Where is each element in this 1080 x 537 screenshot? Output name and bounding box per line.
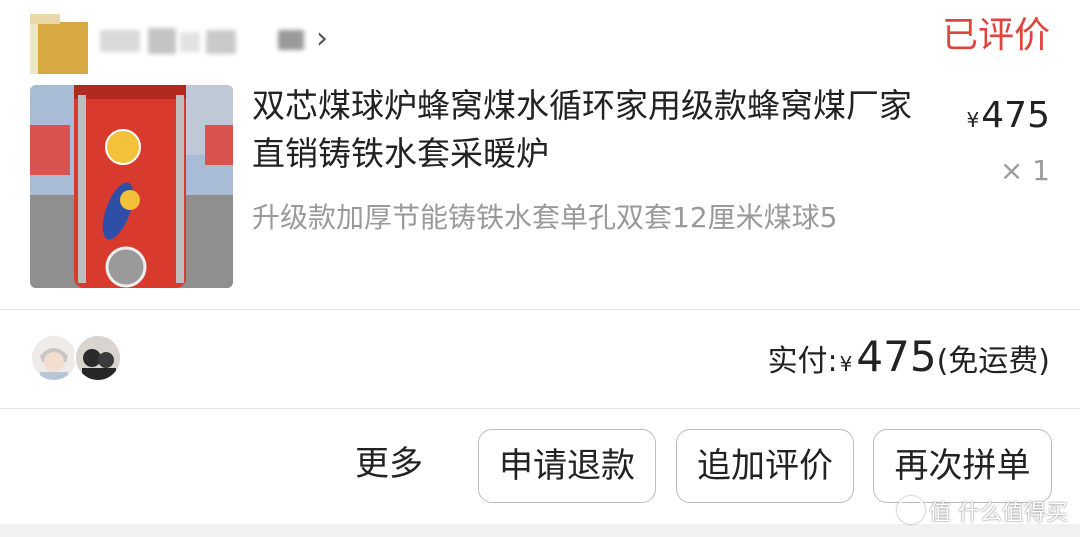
shipping-note: (免运费) (936, 344, 1050, 379)
price-value: 475 (981, 95, 1050, 136)
divider (0, 408, 1080, 409)
paid-amount: 475 (856, 332, 937, 381)
avatar-illustration-icon (32, 336, 76, 380)
currency-symbol: ¥ (966, 108, 980, 132)
divider (0, 309, 1080, 310)
chevron-right-icon[interactable]: › (316, 24, 328, 54)
more-button[interactable]: 更多 (355, 442, 423, 486)
avatar (30, 334, 78, 382)
avatar-photo-icon (76, 336, 120, 380)
product-spec: 升级款加厚节能铸铁水套单孔双套12厘米煤球5 (252, 201, 838, 234)
rebuy-button[interactable]: 再次拼单 (873, 429, 1052, 503)
shop-logo-image (30, 14, 88, 74)
shop-name-blurred[interactable] (100, 22, 310, 60)
product-image (30, 85, 233, 288)
group-avatars[interactable] (30, 334, 130, 382)
watermark-logo-icon (897, 496, 925, 524)
amount-paid: 实付: ¥475(免运费) (768, 334, 1050, 389)
paid-label: 实付: (767, 344, 838, 379)
product-price: ¥475 (967, 96, 1050, 140)
product-quantity: × 1 (999, 154, 1050, 187)
avatar (74, 334, 122, 382)
watermark: 值 什么值得买 (897, 496, 1068, 528)
product-title[interactable]: 双芯煤球炉蜂窝煤水循环家用级款蜂窝煤厂家直销铸铁水套采暖炉 (252, 82, 932, 178)
shop-logo[interactable] (30, 14, 88, 74)
order-status: 已评价 (941, 15, 1050, 56)
watermark-text: 值 什么值得买 (929, 501, 1068, 526)
product-thumbnail[interactable] (30, 85, 233, 288)
paid-currency-symbol: ¥ (839, 352, 853, 376)
refund-button[interactable]: 申请退款 (478, 429, 656, 503)
add-review-button[interactable]: 追加评价 (676, 429, 854, 503)
